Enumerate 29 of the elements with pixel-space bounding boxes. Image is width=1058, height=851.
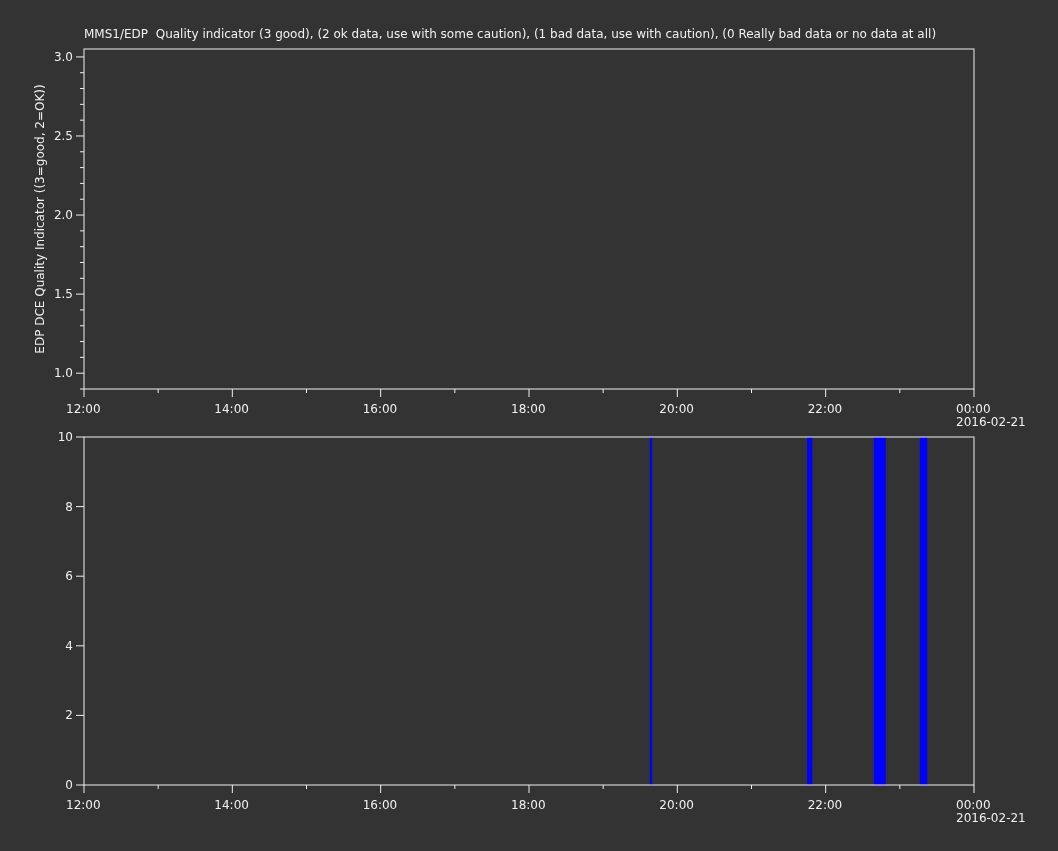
tick-label: 4 (65, 638, 73, 653)
tick-label: 12:00 (66, 798, 101, 812)
tick-label: 10 (57, 430, 73, 444)
date-label: 2016-02-21 (956, 811, 1026, 825)
tick-label: 2 (65, 708, 73, 723)
tick-label: 16:00 (362, 402, 398, 416)
tick-label: 22:00 (807, 402, 843, 416)
tick-label: 20:00 (659, 798, 694, 812)
axis-title: EDP DCE Quality Indicator ((3=good, 2=OK)) (33, 84, 47, 354)
tick-label: 0 (65, 778, 73, 792)
tick-label: 8 (65, 499, 73, 514)
tick-label: 14:00 (214, 798, 249, 812)
tick-label: 00:00 (956, 798, 991, 812)
plot-title: MMS1/EDP Quality indicator (3 good), (2 ok data, use with some caution), (1 bad data, use with caution), (0 Really bad data or no data at all) (84, 26, 937, 42)
tick-label: 16:00 (362, 798, 398, 812)
tick-label: 00:00 (956, 402, 991, 416)
tick-label: 1.5 (53, 287, 73, 302)
tick-label: 20:00 (659, 402, 694, 416)
tick-label: 6 (65, 569, 73, 584)
tick-label: 18:00 (511, 402, 546, 416)
tick-label: 18:00 (511, 798, 546, 812)
tick-label: 2.0 (53, 208, 73, 223)
tick-label: 22:00 (807, 798, 843, 812)
tick-label: 14:00 (214, 402, 249, 416)
tick-label: 12:00 (66, 402, 101, 416)
date-label: 2016-02-21 (956, 415, 1026, 429)
tick-label: 3.0 (53, 49, 73, 64)
tick-label: 2.5 (53, 129, 73, 143)
tick-label: 1.0 (53, 366, 73, 381)
